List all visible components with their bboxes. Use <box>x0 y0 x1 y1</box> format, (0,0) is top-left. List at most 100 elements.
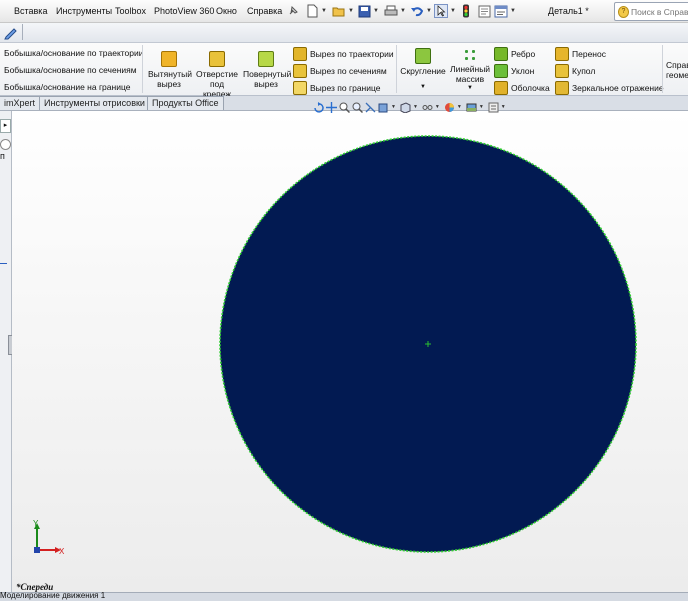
group-separator <box>396 45 397 93</box>
group-separator <box>142 45 143 93</box>
tab-sketch-tools[interactable]: Инструменты отрисовки <box>39 96 150 110</box>
menu-photoview[interactable]: PhotoView 360 <box>154 6 214 16</box>
dome-button[interactable]: Купол <box>555 64 595 78</box>
print-icon[interactable]: ▼ <box>384 3 406 19</box>
boss-boundary-button[interactable]: Бобышка/основание на границе <box>4 82 130 92</box>
rebuild-icon[interactable] <box>462 3 470 19</box>
options-icon[interactable]: ▼ <box>494 3 516 19</box>
panel-marker <box>0 263 7 264</box>
wrap-icon <box>555 47 569 61</box>
hide-show-dropdown[interactable]: ▼ <box>435 104 440 110</box>
hole-wizard-label: Отверстие под крепеж <box>196 69 238 99</box>
open-folder-icon[interactable]: ▼ <box>332 3 354 19</box>
boss-loft-button[interactable]: Бобышка/основание по сечениям <box>4 65 137 75</box>
new-document-icon[interactable]: ▼ <box>306 3 327 19</box>
reference-geometry-label: Справочная геометрия <box>666 60 688 80</box>
hole-wizard-button[interactable]: Отверстие под крепеж <box>194 51 240 99</box>
rib-icon <box>494 47 508 61</box>
boundary-cut-label: Вырез по границе <box>310 83 381 93</box>
boss-sweep-label: Бобышка/основание по траектории <box>4 48 144 58</box>
boss-sweep-button[interactable]: Бобышка/основание по траектории <box>4 48 144 58</box>
swept-cut-label: Вырез по траектории <box>310 49 394 59</box>
command-manager: Бобышка/основание по траектории Бобышка/… <box>0 43 688 99</box>
sketch-pencil-icon[interactable] <box>3 25 18 42</box>
select-arrow-icon[interactable]: ▼ <box>434 3 456 19</box>
shell-button[interactable]: Оболочка <box>494 81 550 95</box>
tab-office-products[interactable]: Продукты Office <box>147 96 224 110</box>
menu-insert[interactable]: Вставка <box>14 6 47 16</box>
boundary-cut-button[interactable]: Вырез по границе <box>293 81 381 95</box>
view-settings-dropdown[interactable]: ▼ <box>501 104 506 110</box>
secondary-toolbar <box>0 23 688 43</box>
x-axis-label: X <box>59 547 65 556</box>
revolved-cut-label: Повернутый вырез <box>243 69 292 89</box>
revolved-cut-icon <box>258 51 274 67</box>
dome-label: Купол <box>572 66 596 76</box>
extruded-cut-icon <box>161 51 177 67</box>
file-properties-icon[interactable] <box>478 3 491 19</box>
view-settings-icon[interactable] <box>488 102 499 113</box>
linear-pattern-button[interactable]: Линейный массив ▼ <box>448 48 492 93</box>
boss-boundary-label: Бобышка/основание на границе <box>4 82 131 92</box>
swept-cut-button[interactable]: Вырез по траектории <box>293 47 394 61</box>
group-separator <box>662 45 663 93</box>
panel-letter: п <box>0 151 5 161</box>
menu-tools[interactable]: Инструменты <box>56 6 112 16</box>
section-view-icon[interactable] <box>365 102 376 113</box>
undo-icon[interactable]: ▼ <box>410 3 432 19</box>
wrap-button[interactable]: Перенос <box>555 47 606 61</box>
apply-scene-icon[interactable] <box>466 102 477 113</box>
feature-manager-collapsed[interactable]: ▸ п <box>0 111 14 594</box>
help-search-input[interactable] <box>629 6 688 17</box>
hide-show-items-icon[interactable] <box>422 102 433 113</box>
shell-label: Оболочка <box>511 83 550 93</box>
mirror-icon <box>555 81 569 95</box>
tab-simulationxpert[interactable]: imXpert <box>0 96 41 110</box>
document-title: Деталь1 * <box>548 6 589 16</box>
menu-toolbox[interactable]: Toolbox <box>115 6 146 16</box>
pattern-dropdown-arrow[interactable]: ▼ <box>448 83 492 93</box>
triad-origin <box>34 547 40 553</box>
save-icon[interactable]: ▼ <box>358 3 379 19</box>
expand-panel-icon[interactable]: ▸ <box>0 119 11 133</box>
revolved-cut-button[interactable]: Повернутый вырез <box>242 51 292 89</box>
lofted-cut-label: Вырез по сечениям <box>310 66 387 76</box>
fillet-dropdown-arrow[interactable]: ▼ <box>400 82 446 92</box>
extruded-cut-label: Вытянутый вырез <box>148 69 192 89</box>
menu-help[interactable]: Справка <box>247 6 282 16</box>
menu-window[interactable]: Окно <box>216 6 237 16</box>
pin-icon[interactable] <box>287 3 299 19</box>
view-orientation-dropdown[interactable]: ▼ <box>391 104 396 110</box>
heads-up-view-toolbar: ▼ ▼ ▼ ▼ ▼ ▼ <box>313 100 508 114</box>
linear-pattern-label: Линейный массив <box>450 64 491 84</box>
reference-geometry-button[interactable]: Справочная геометрия <box>666 60 688 80</box>
rib-button[interactable]: Ребро <box>494 47 535 61</box>
previous-view-icon[interactable] <box>313 101 324 113</box>
y-axis-label: Y <box>33 519 39 528</box>
motion-study-tab[interactable]: Моделирование движения 1 <box>0 591 105 600</box>
scene-dropdown[interactable]: ▼ <box>479 104 484 110</box>
display-pane-icon[interactable] <box>0 139 11 150</box>
view-orientation-icon[interactable] <box>378 102 389 113</box>
fillet-button[interactable]: Скругление ▼ <box>400 48 446 92</box>
extruded-cut-button[interactable]: Вытянутый вырез <box>146 51 192 89</box>
mirror-button[interactable]: Зеркальное отражение <box>555 81 664 95</box>
boss-loft-label: Бобышка/основание по сечениям <box>4 65 137 75</box>
rib-label: Ребро <box>511 49 536 59</box>
zoom-to-area-icon[interactable] <box>352 102 364 113</box>
draft-icon <box>494 64 508 78</box>
pan-icon[interactable] <box>326 101 337 113</box>
swept-cut-icon <box>293 47 307 61</box>
graphics-area[interactable] <box>12 111 688 594</box>
fillet-icon <box>415 48 431 64</box>
lofted-cut-button[interactable]: Вырез по сечениям <box>293 64 387 78</box>
help-search-box[interactable]: ? <box>614 2 688 21</box>
edit-appearance-icon[interactable] <box>444 102 455 113</box>
boundary-cut-icon <box>293 81 307 95</box>
draft-button[interactable]: Уклон <box>494 64 534 78</box>
display-style-dropdown[interactable]: ▼ <box>413 104 418 110</box>
zoom-to-fit-icon[interactable] <box>339 102 351 113</box>
toolbar-divider <box>22 24 23 40</box>
appearance-dropdown[interactable]: ▼ <box>457 104 462 110</box>
display-style-icon[interactable] <box>400 101 411 114</box>
